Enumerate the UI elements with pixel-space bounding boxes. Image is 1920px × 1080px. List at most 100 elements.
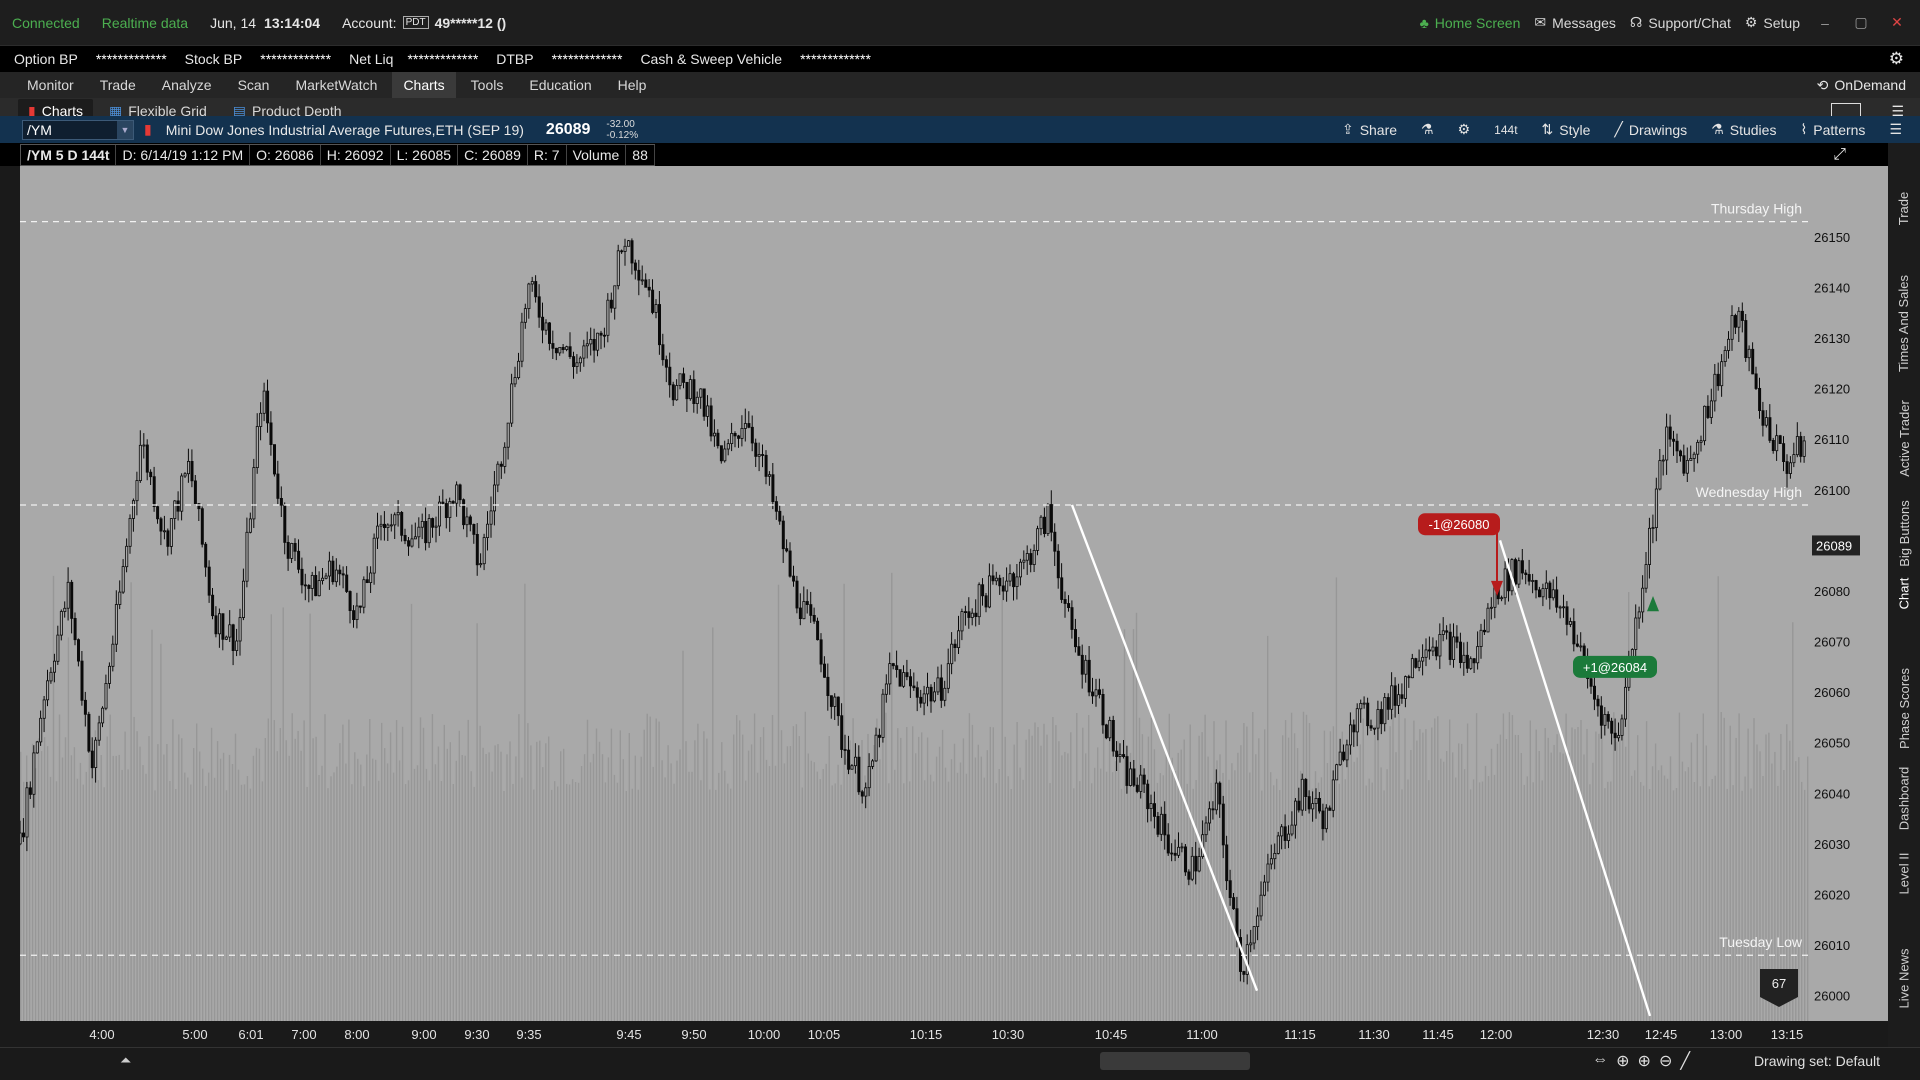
candle-body [548, 322, 552, 344]
volume-bar [1383, 790, 1385, 1021]
side-tab-chart[interactable]: Chart [1888, 563, 1920, 623]
candle-body [114, 604, 118, 645]
candle-body [1747, 348, 1751, 359]
volume-bar [1234, 770, 1236, 1021]
maximize-icon[interactable]: ▢ [1850, 14, 1872, 31]
symbol-input[interactable]: /YM ▼ [22, 119, 134, 140]
volume-bar [333, 772, 335, 1021]
volume-bar [882, 733, 884, 1021]
beaker-button[interactable]: ⚗ [1409, 121, 1446, 138]
candle-body [166, 530, 170, 547]
expand-icon[interactable]: ⤢ [1833, 146, 1846, 164]
aggregation-button[interactable]: 144t [1482, 123, 1529, 137]
volume-bar [1344, 779, 1346, 1021]
menu-item-education[interactable]: Education [518, 72, 602, 98]
volume-bar [1520, 753, 1522, 1021]
home-screen-label: Home Screen [1434, 14, 1521, 31]
volume-bar [959, 762, 962, 1021]
volume-bar [1317, 782, 1320, 1021]
side-tab-trade[interactable]: Trade [1888, 173, 1920, 243]
volume-bar [46, 746, 49, 1021]
menu-item-scan[interactable]: Scan [227, 72, 281, 98]
candle-body [905, 672, 909, 678]
volume-bar [568, 784, 571, 1021]
candle-body [1414, 658, 1418, 668]
candle-body [1589, 678, 1593, 687]
candle-body [719, 445, 723, 462]
candle-body [737, 435, 741, 439]
menu-item-trade[interactable]: Trade [89, 72, 147, 98]
candle-body [1538, 589, 1542, 598]
menu-item-charts[interactable]: Charts [392, 72, 456, 98]
menu-item-help[interactable]: Help [607, 72, 658, 98]
menu-item-marketwatch[interactable]: MarketWatch [284, 72, 388, 98]
side-tab-level-ii[interactable]: Level II [1888, 838, 1920, 908]
volume-bar [1174, 771, 1176, 1021]
candle-body [747, 423, 751, 428]
volume-bar [169, 781, 171, 1021]
zoom-out-icon[interactable]: ⊖ [1659, 1051, 1672, 1071]
pan-icon[interactable]: ⇔ [1592, 1051, 1608, 1071]
side-tab-dashboard[interactable]: Dashboard [1888, 753, 1920, 843]
side-tab-active-trader[interactable]: Active Trader [1888, 383, 1920, 493]
draw-line-icon[interactable]: ╱ [1680, 1051, 1690, 1071]
ondemand-button[interactable]: ⟲ OnDemand [1817, 77, 1906, 94]
chart-settings-button[interactable]: ⚙ [1446, 121, 1483, 138]
price-chart[interactable]: Thursday High Wednesday High Tuesday Low -1… [18, 166, 1810, 1021]
home-screen-button[interactable]: ♣ Home Screen [1420, 15, 1521, 31]
menu-item-tools[interactable]: Tools [460, 72, 515, 98]
account-selector[interactable]: 49*****12 () [435, 15, 507, 31]
candle-body [585, 343, 589, 347]
close-icon[interactable]: ✕ [1886, 14, 1908, 31]
price-axis[interactable]: 26150 26140 26130 26120 26110 26100 26080 26070… [1810, 166, 1888, 1021]
volume-bar [1651, 766, 1654, 1021]
realtime-status[interactable]: Realtime data [102, 15, 188, 31]
volume-bar [1013, 744, 1015, 1021]
messages-button[interactable]: ✉ Messages [1534, 14, 1616, 31]
time-axis[interactable]: 4:00 5:00 6:01 7:00 8:00 9:00 9:30 9:35 9:45 9:50… [20, 1021, 1888, 1047]
setup-button[interactable]: ⚙ Setup [1745, 14, 1800, 31]
settings-gear-icon[interactable]: ⚙ [1889, 49, 1904, 69]
crosshair-icon[interactable]: ⊕ [1616, 1051, 1629, 1071]
volume-bar [771, 715, 774, 1021]
minimize-icon[interactable]: – [1814, 15, 1836, 31]
symbol-dropdown-icon[interactable]: ▼ [117, 120, 133, 139]
side-tab-live-news[interactable]: Live News [1888, 933, 1920, 1023]
volume-bar [1625, 746, 1627, 1021]
patterns-button[interactable]: ⌇ Patterns [1788, 121, 1877, 138]
candle-body [1170, 852, 1174, 855]
candle-body [1232, 897, 1236, 910]
menu-item-analyze[interactable]: Analyze [151, 72, 223, 98]
candle-body [778, 510, 782, 522]
symbol-link-icon[interactable]: ▮ [144, 121, 152, 138]
volume-bar [1511, 715, 1514, 1021]
support-chat-button[interactable]: ☊ Support/Chat [1630, 14, 1731, 31]
volume-bar [1389, 726, 1391, 1021]
share-button[interactable]: ⇪ Share [1330, 121, 1409, 138]
volume-bar [1735, 737, 1737, 1021]
candle-body [372, 537, 376, 574]
drawings-button[interactable]: ╱ Drawings [1602, 121, 1699, 138]
candle-body [1524, 572, 1528, 576]
style-button[interactable]: ⇅ Style [1530, 121, 1603, 138]
drawing-set-label[interactable]: Drawing set: Default [1754, 1053, 1880, 1069]
candle-body [891, 663, 895, 667]
headset-icon: ☊ [1629, 14, 1643, 30]
side-tab-phase-scores[interactable]: Phase Scores [1888, 653, 1920, 763]
volume-bar [395, 720, 398, 1021]
volume-bar [953, 743, 956, 1021]
candle-body [1321, 810, 1325, 830]
time-scrollbar[interactable] [1100, 1052, 1250, 1070]
chart-menu-button[interactable]: ☰ [1877, 121, 1914, 138]
zoom-in-icon[interactable]: ⊕ [1638, 1051, 1651, 1071]
price-tick-label: 26020 [1814, 888, 1850, 903]
menu-item-monitor[interactable]: Monitor [16, 72, 85, 98]
collapse-icon[interactable]: ⏶ [120, 1052, 131, 1069]
volume-bar [1425, 729, 1427, 1021]
candle-body [1383, 697, 1387, 725]
candle-body [939, 677, 943, 701]
candle-body [224, 636, 228, 640]
studies-button[interactable]: ⚗ Studies [1699, 121, 1788, 138]
side-tab-times-and-sales[interactable]: Times And Sales [1888, 268, 1920, 378]
volume-bar [1666, 778, 1669, 1021]
